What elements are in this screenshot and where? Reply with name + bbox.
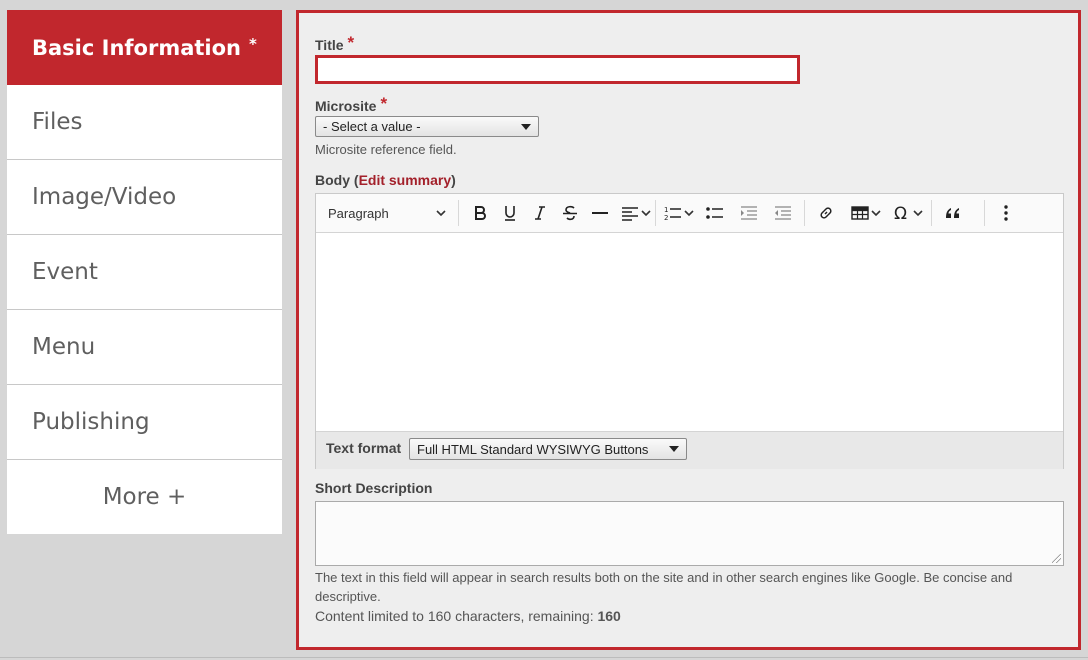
microsite-help: Microsite reference field. <box>315 142 457 157</box>
italic-icon <box>535 206 545 220</box>
title-label-text: Title <box>315 37 344 53</box>
character-count: Content limited to 160 characters, remai… <box>315 607 621 626</box>
blockquote-button[interactable] <box>938 198 968 228</box>
underline-button[interactable] <box>495 198 525 228</box>
microsite-label-text: Microsite <box>315 98 377 114</box>
paragraph-dropdown-label: Paragraph <box>328 205 389 221</box>
underline-icon <box>505 206 515 221</box>
indent-button[interactable] <box>768 198 798 228</box>
bulleted-list-icon <box>706 207 723 219</box>
indent-icon <box>775 206 791 220</box>
editor-content-area[interactable] <box>316 233 1063 431</box>
editor-toolbar: Paragraph 1 2 Ω <box>316 194 1063 233</box>
body-label: Body (Edit summary) <box>315 172 456 188</box>
short-description-textarea[interactable] <box>315 501 1064 566</box>
horizontal-line-button[interactable] <box>585 198 615 228</box>
edit-summary-link[interactable]: Edit summary <box>359 172 452 188</box>
chevron-down-icon[interactable] <box>913 209 923 217</box>
tab-more[interactable]: More + <box>7 460 282 534</box>
chevron-down-icon[interactable] <box>641 209 651 217</box>
required-mark: * <box>380 94 388 113</box>
character-limit-text: Content limited to 160 characters, remai… <box>315 608 598 624</box>
table-icon <box>851 206 869 220</box>
tab-label: Publishing <box>32 409 150 435</box>
chevron-down-icon <box>436 209 446 216</box>
page-divider <box>0 657 1088 658</box>
outdent-icon <box>741 206 757 220</box>
more-options-icon <box>1004 205 1008 221</box>
tab-label: Menu <box>32 334 96 360</box>
bold-button[interactable] <box>465 198 495 228</box>
toolbar-separator <box>984 200 985 226</box>
microsite-select-value: - Select a value - <box>323 119 421 134</box>
resize-grip-icon[interactable] <box>1052 554 1061 563</box>
bulleted-list-button[interactable] <box>700 198 730 228</box>
paren-close: ) <box>451 172 456 188</box>
toolbar-separator <box>804 200 805 226</box>
tab-label: Event <box>32 259 98 285</box>
toolbar-separator <box>931 200 932 226</box>
special-characters-icon: Ω <box>894 205 907 221</box>
svg-text:2: 2 <box>664 214 668 221</box>
text-format-label: Text format <box>326 440 402 456</box>
tab-basic-information[interactable]: Basic Information * <box>7 10 282 85</box>
tab-menu[interactable]: Menu <box>7 310 282 385</box>
tab-label: More + <box>102 484 187 510</box>
outdent-button[interactable] <box>734 198 764 228</box>
horizontal-line-icon <box>592 212 608 214</box>
align-icon <box>622 207 638 221</box>
more-options-button[interactable] <box>991 198 1021 228</box>
tab-label: Basic Information <box>32 35 241 60</box>
title-label: Title * <box>315 33 355 55</box>
vertical-tabs: Basic Information * Files Image/Video Ev… <box>7 10 282 534</box>
tab-files[interactable]: Files <box>7 85 282 160</box>
toolbar-separator <box>655 200 656 226</box>
paragraph-dropdown[interactable]: Paragraph <box>328 206 452 221</box>
chevron-down-icon[interactable] <box>871 209 881 217</box>
chevron-down-icon[interactable] <box>684 209 694 217</box>
tab-publishing[interactable]: Publishing <box>7 385 282 460</box>
body-label-text: Body <box>315 172 350 188</box>
text-format-select-value: Full HTML Standard WYSIWYG Buttons <box>417 441 649 457</box>
tab-required-mark: * <box>249 34 257 53</box>
body-editor: Paragraph 1 2 Ω Text format Full HTML St… <box>315 193 1064 469</box>
microsite-label: Microsite * <box>315 94 388 116</box>
microsite-select[interactable]: - Select a value - <box>315 116 539 137</box>
svg-text:1: 1 <box>664 206 668 214</box>
text-format-bar: Text format Full HTML Standard WYSIWYG B… <box>316 431 1063 469</box>
toolbar-separator <box>458 200 459 226</box>
link-button[interactable] <box>811 198 841 228</box>
tab-label: Image/Video <box>32 184 177 210</box>
tab-label: Files <box>32 109 83 135</box>
bold-icon <box>475 206 486 220</box>
link-icon <box>820 207 832 219</box>
tab-event[interactable]: Event <box>7 235 282 310</box>
remaining-count: 160 <box>597 608 621 624</box>
text-format-select[interactable]: Full HTML Standard WYSIWYG Buttons <box>409 438 687 460</box>
italic-button[interactable] <box>525 198 555 228</box>
tab-image-video[interactable]: Image/Video <box>7 160 282 235</box>
strikethrough-button[interactable] <box>555 198 585 228</box>
caret-down-icon <box>669 446 679 452</box>
required-mark: * <box>347 33 355 52</box>
title-input[interactable] <box>315 55 800 84</box>
short-description-help: The text in this field will appear in se… <box>315 570 1013 604</box>
caret-down-icon <box>521 124 531 130</box>
svg-text:Ω: Ω <box>894 205 907 221</box>
numbered-list-icon: 12 <box>664 206 681 221</box>
short-description-label: Short Description <box>315 480 433 496</box>
strikethrough-icon <box>563 205 577 221</box>
basic-information-panel: Title * Microsite * - Select a value - Mic… <box>296 10 1081 650</box>
blockquote-icon <box>946 208 959 218</box>
